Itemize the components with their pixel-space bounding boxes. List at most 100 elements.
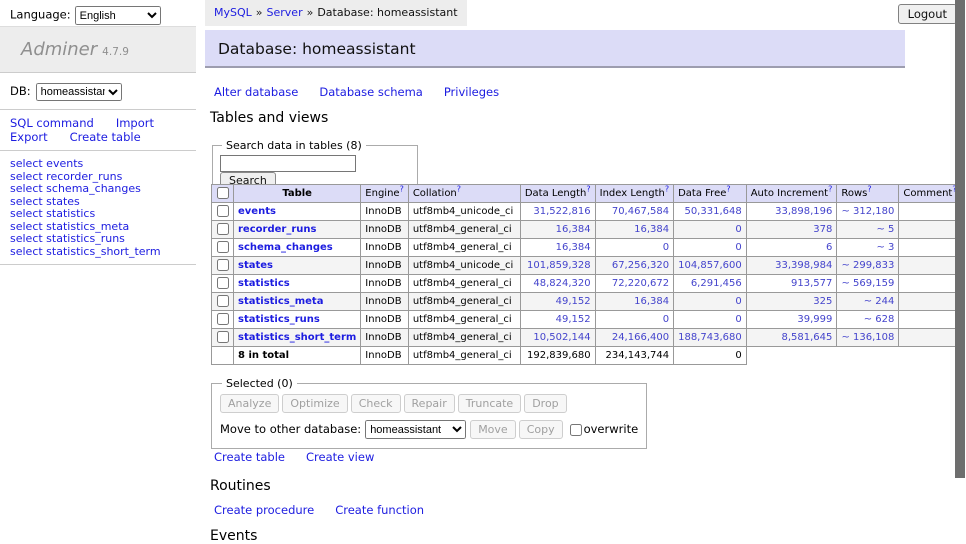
data-free-link[interactable]: 0	[735, 314, 741, 325]
language-select[interactable]: English	[75, 6, 161, 25]
data-free-link[interactable]: 104,857,600	[678, 260, 742, 271]
check-button[interactable]: Check	[351, 394, 401, 413]
analyze-button[interactable]: Analyze	[220, 394, 279, 413]
index-length-link[interactable]: 16,384	[634, 296, 669, 307]
index-length-link[interactable]: 0	[663, 314, 669, 325]
total-row: 8 in totalInnoDButf8mb4_general_ci192,83…	[212, 347, 962, 365]
auto-increment-link[interactable]: 39,999	[797, 314, 832, 325]
rows-link[interactable]: ~ 299,833	[841, 260, 894, 271]
rows-link[interactable]: ~ 3	[876, 242, 894, 253]
create-view-link[interactable]: Create view	[306, 450, 374, 464]
data-length-link[interactable]: 49,152	[556, 314, 591, 325]
column-hint-link[interactable]: ?	[400, 185, 404, 194]
create-function-link[interactable]: Create function	[335, 503, 424, 517]
index-length-link[interactable]: 24,166,400	[612, 332, 669, 343]
sidebar-link-sql-command[interactable]: SQL command	[10, 116, 94, 130]
sidebar-item-select-statistics[interactable]: select statistics	[10, 208, 196, 221]
table-link-states[interactable]: states	[238, 260, 273, 271]
sidebar-item-select-events[interactable]: select events	[10, 158, 196, 171]
data-free-link[interactable]: 188,743,680	[678, 332, 742, 343]
data-length-link[interactable]: 16,384	[556, 242, 591, 253]
auto-increment-link[interactable]: 325	[813, 296, 832, 307]
auto-increment-link[interactable]: 33,898,196	[775, 206, 832, 217]
rows-link[interactable]: ~ 244	[864, 296, 895, 307]
table-link-statistics[interactable]: statistics	[238, 278, 290, 289]
optimize-button[interactable]: Optimize	[282, 394, 347, 413]
index-length-link[interactable]: 67,256,320	[612, 260, 669, 271]
vertical-scrollbar[interactable]	[955, 0, 965, 478]
table-link-statistics_runs[interactable]: statistics_runs	[238, 314, 320, 325]
data-free-link[interactable]: 6,291,456	[691, 278, 742, 289]
auto-increment-link[interactable]: 33,398,984	[775, 260, 832, 271]
sidebar-item-select-schema_changes[interactable]: select schema_changes	[10, 183, 196, 196]
data-free-link[interactable]: 0	[735, 296, 741, 307]
drop-button[interactable]: Drop	[524, 394, 566, 413]
move-button[interactable]: Move	[470, 420, 516, 439]
sidebar-item-select-statistics_runs[interactable]: select statistics_runs	[10, 233, 196, 246]
row-checkbox[interactable]	[217, 277, 229, 289]
copy-button[interactable]: Copy	[519, 420, 563, 439]
select-all-checkbox[interactable]	[217, 187, 229, 199]
sidebar-link-create-table[interactable]: Create table	[70, 130, 141, 144]
row-checkbox[interactable]	[217, 259, 229, 271]
rows-link[interactable]: ~ 136,108	[841, 332, 894, 343]
index-length-link[interactable]: 70,467,584	[612, 206, 669, 217]
table-link-statistics_meta[interactable]: statistics_meta	[238, 296, 323, 307]
data-length-link[interactable]: 10,502,144	[533, 332, 590, 343]
data-length-link[interactable]: 31,522,816	[533, 206, 590, 217]
column-hint-link[interactable]: ?	[828, 185, 832, 194]
data-length-link[interactable]: 16,384	[556, 224, 591, 235]
rows-link[interactable]: ~ 569,159	[841, 278, 894, 289]
sidebar-item-select-statistics_short_term[interactable]: select statistics_short_term	[10, 246, 196, 259]
auto-increment-link[interactable]: 8,581,645	[781, 332, 832, 343]
repair-button[interactable]: Repair	[404, 394, 455, 413]
privileges-link[interactable]: Privileges	[444, 85, 499, 99]
row-checkbox[interactable]	[217, 205, 229, 217]
logout-button[interactable]: Logout	[898, 4, 957, 24]
column-hint-link[interactable]: ?	[586, 185, 590, 194]
auto-increment-link[interactable]: 913,577	[791, 278, 832, 289]
data-length-link[interactable]: 48,824,320	[533, 278, 590, 289]
data-length-link[interactable]: 101,859,328	[527, 260, 591, 271]
row-checkbox[interactable]	[217, 331, 229, 343]
table-link-recorder_runs[interactable]: recorder_runs	[238, 224, 316, 235]
breadcrumb-link-server[interactable]: Server	[267, 6, 303, 19]
auto-increment-link[interactable]: 378	[813, 224, 832, 235]
database-schema-link[interactable]: Database schema	[319, 85, 422, 99]
index-length-link[interactable]: 16,384	[634, 224, 669, 235]
create-procedure-link[interactable]: Create procedure	[214, 503, 314, 517]
table-link-statistics_short_term[interactable]: statistics_short_term	[238, 332, 356, 343]
column-hint-link[interactable]: ?	[867, 185, 871, 194]
auto-increment-link[interactable]: 6	[826, 242, 832, 253]
table-link-events[interactable]: events	[238, 206, 276, 217]
search-input[interactable]	[220, 155, 356, 172]
column-hint-link[interactable]: ?	[457, 185, 461, 194]
breadcrumb-link-mysql[interactable]: MySQL	[214, 6, 252, 19]
data-free-cell: 6,291,456	[674, 275, 747, 293]
row-checkbox[interactable]	[217, 223, 229, 235]
index-length-link[interactable]: 72,220,672	[612, 278, 669, 289]
sidebar-link-import[interactable]: Import	[116, 116, 154, 130]
data-free-link[interactable]: 0	[735, 242, 741, 253]
truncate-button[interactable]: Truncate	[458, 394, 521, 413]
index-length-link[interactable]: 0	[663, 242, 669, 253]
rows-link[interactable]: ~ 628	[864, 314, 895, 325]
move-database-select[interactable]: homeassistant	[365, 420, 466, 439]
table-link-schema_changes[interactable]: schema_changes	[238, 242, 333, 253]
data-length-link[interactable]: 49,152	[556, 296, 591, 307]
row-checkbox-cell	[212, 311, 234, 329]
alter-database-link[interactable]: Alter database	[214, 85, 298, 99]
db-select[interactable]: homeassistant	[36, 83, 122, 101]
data-free-link[interactable]: 0	[735, 224, 741, 235]
row-checkbox[interactable]	[217, 241, 229, 253]
row-checkbox[interactable]	[217, 295, 229, 307]
overwrite-checkbox[interactable]	[570, 424, 582, 436]
rows-link[interactable]: ~ 312,180	[841, 206, 894, 217]
data-free-link[interactable]: 50,331,648	[684, 206, 741, 217]
column-hint-link[interactable]: ?	[726, 185, 730, 194]
column-hint-link[interactable]: ?	[665, 185, 669, 194]
create-table-link[interactable]: Create table	[214, 450, 285, 464]
row-checkbox[interactable]	[217, 313, 229, 325]
sidebar-link-export[interactable]: Export	[10, 130, 48, 144]
rows-link[interactable]: ~ 5	[876, 224, 894, 235]
